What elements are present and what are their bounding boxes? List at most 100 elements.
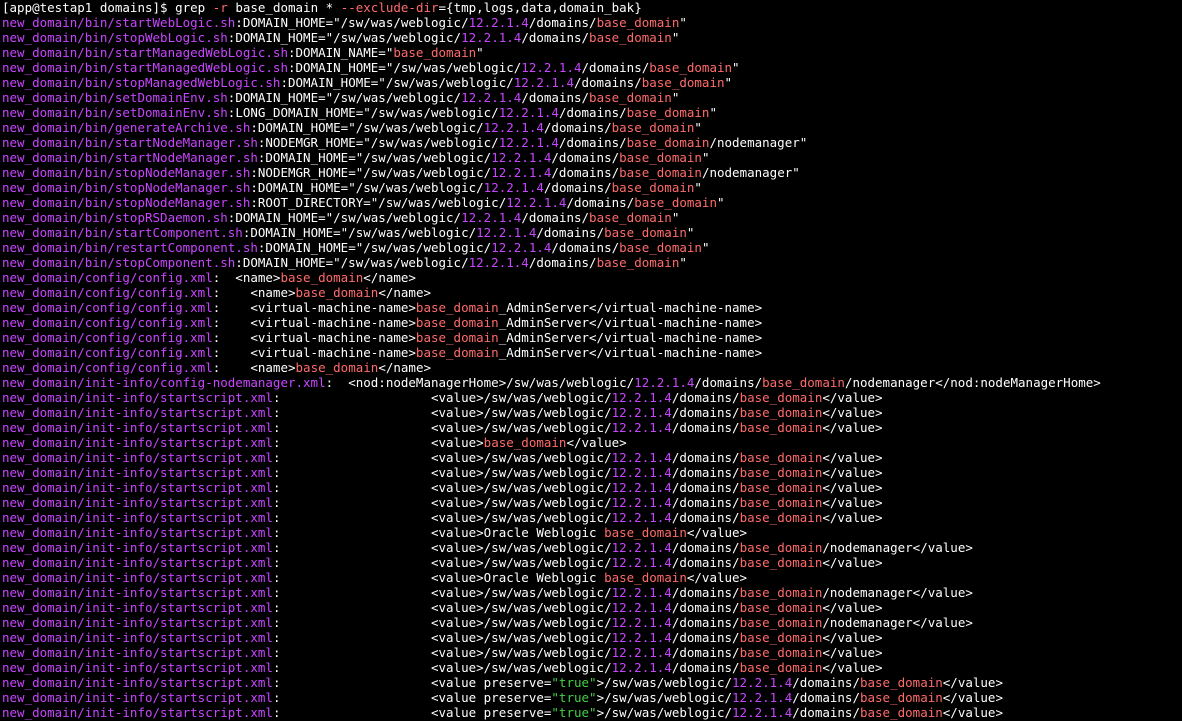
output-text: </value> [822, 420, 883, 435]
output-version: 12.2.1.4 [611, 390, 672, 405]
grep-output: new_domain/bin/startWebLogic.sh:DOMAIN_H… [2, 15, 1182, 720]
output-text: /domains/ [792, 705, 860, 720]
output-text: " [679, 255, 687, 270]
output-line: new_domain/init-info/startscript.xml: <v… [2, 555, 1182, 570]
output-version: 12.2.1.4 [611, 630, 672, 645]
output-line: new_domain/init-info/startscript.xml: <v… [2, 615, 1182, 630]
output-match: base_domain [641, 75, 725, 90]
output-match: base_domain [295, 285, 379, 300]
output-version: 12.2.1.4 [521, 60, 582, 75]
output-text: </name> [378, 285, 431, 300]
output-text: DOMAIN_HOME="/sw/was/weblogic/ [265, 150, 492, 165]
output-filename: new_domain/init-info/config-nodemanager.… [2, 375, 326, 390]
output-filename: new_domain/bin/stopRSDaemon.sh [2, 210, 228, 225]
output-line: new_domain/init-info/startscript.xml: <v… [2, 510, 1182, 525]
output-text: /domains/ [671, 450, 740, 465]
output-version: 12.2.1.4 [611, 405, 672, 420]
output-version: 12.2.1.4 [611, 615, 672, 630]
output-line: new_domain/config/config.xml: <virtual-m… [2, 330, 1182, 345]
output-version: 12.2.1.4 [611, 450, 672, 465]
output-text: </value> [566, 435, 627, 450]
output-line: new_domain/bin/stopManagedWebLogic.sh:DO… [2, 75, 1182, 90]
output-text: /domains/ [671, 555, 740, 570]
output-text: <value>/sw/was/weblogic/ [280, 390, 612, 405]
output-match: base_domain [739, 480, 823, 495]
output-text: <name> [220, 285, 296, 300]
output-line: new_domain/init-info/startscript.xml: <v… [2, 675, 1182, 690]
output-line: new_domain/config/config.xml: <virtual-m… [2, 300, 1182, 315]
output-match: base_domain [739, 630, 823, 645]
output-text: /domains/ [528, 255, 597, 270]
output-text: <name> [220, 360, 296, 375]
output-separator: : [250, 165, 258, 180]
output-line: new_domain/bin/stopComponent.sh:DOMAIN_H… [2, 255, 1182, 270]
output-match: base_domain [611, 120, 695, 135]
output-text: /domains/ [536, 225, 605, 240]
output-text: DOMAIN_HOME="/sw/was/weblogic/ [295, 60, 522, 75]
output-filename: new_domain/init-info/startscript.xml [2, 495, 273, 510]
output-text: </value> [822, 510, 883, 525]
output-line: new_domain/bin/stopWebLogic.sh:DOMAIN_HO… [2, 30, 1182, 45]
output-separator: : [235, 15, 243, 30]
output-text: /domains/ [573, 75, 642, 90]
output-line: new_domain/init-info/startscript.xml: <v… [2, 495, 1182, 510]
output-text: </value> [942, 705, 1003, 720]
output-filename: new_domain/init-info/startscript.xml [2, 585, 273, 600]
output-filename: new_domain/bin/stopNodeManager.sh [2, 165, 251, 180]
shell-prompt: [app@testap1 domains]$ [2, 0, 176, 15]
output-match: base_domain [739, 450, 823, 465]
output-version: 12.2.1.4 [468, 15, 529, 30]
output-text: /domains/ [792, 675, 860, 690]
output-text: <value>/sw/was/weblogic/ [280, 660, 612, 675]
output-filename: new_domain/init-info/startscript.xml [2, 435, 273, 450]
output-text: <value>/sw/was/weblogic/ [280, 540, 612, 555]
output-text: DOMAIN_NAME=" [295, 45, 394, 60]
output-line: new_domain/init-info/startscript.xml: <v… [2, 660, 1182, 675]
output-filename: new_domain/config/config.xml [2, 300, 213, 315]
output-text: " [476, 45, 484, 60]
output-text: </name> [363, 270, 416, 285]
output-text: " [671, 30, 680, 45]
output-text: /domains/ [671, 585, 740, 600]
output-filename: new_domain/init-info/startscript.xml [2, 660, 273, 675]
output-line: new_domain/bin/startComponent.sh:DOMAIN_… [2, 225, 1182, 240]
output-separator: : [250, 180, 258, 195]
output-line: new_domain/init-info/startscript.xml: <v… [2, 405, 1182, 420]
output-match: base_domain [415, 330, 499, 345]
output-version: 12.2.1.4 [611, 555, 672, 570]
output-match: base_domain [739, 420, 823, 435]
output-match: base_domain [859, 675, 943, 690]
output-version: 12.2.1.4 [461, 90, 522, 105]
output-text: DOMAIN_HOME="/sw/was/weblogic/ [250, 225, 477, 240]
output-match: base_domain [739, 600, 823, 615]
output-match: base_domain [739, 510, 823, 525]
output-version: 12.2.1.4 [611, 645, 672, 660]
output-line: new_domain/bin/generateArchive.sh:DOMAIN… [2, 120, 1182, 135]
output-text: </name> [378, 360, 431, 375]
output-text: /domains/ [671, 540, 740, 555]
output-text: _AdminServer</virtual-machine-name> [498, 345, 763, 360]
output-text: _AdminServer</virtual-machine-name> [498, 300, 763, 315]
output-text: <nod:nodeManagerHome>/sw/was/weblogic/ [333, 375, 635, 390]
output-line: new_domain/bin/restartComponent.sh:DOMAI… [2, 240, 1182, 255]
output-text: </value> [942, 675, 1003, 690]
output-version: 12.2.1.4 [611, 480, 672, 495]
output-text: " [671, 90, 680, 105]
output-filename: new_domain/init-info/startscript.xml [2, 465, 273, 480]
output-separator: : [250, 195, 258, 210]
output-filename: new_domain/bin/startNodeManager.sh [2, 150, 258, 165]
terminal-window[interactable]: [app@testap1 domains]$ grep -r base_doma… [0, 0, 1182, 721]
output-match: base_domain [634, 195, 717, 210]
output-text: <value>/sw/was/weblogic/ [280, 495, 612, 510]
output-version: 12.2.1.4 [483, 180, 544, 195]
output-match: base_domain [596, 255, 680, 270]
command-exclude-list: ={tmp,logs,data,domain_bak} [438, 0, 642, 15]
output-filename: new_domain/config/config.xml [2, 315, 213, 330]
output-version: 12.2.1.4 [491, 165, 552, 180]
output-text: " [694, 120, 702, 135]
output-line: new_domain/bin/startNodeManager.sh:NODEM… [2, 135, 1182, 150]
output-version: 12.2.1.4 [611, 585, 672, 600]
output-text: DOMAIN_HOME="/sw/was/weblogic/ [265, 240, 492, 255]
output-text: <value preserve= [280, 690, 552, 705]
output-version: 12.2.1.4 [483, 120, 544, 135]
